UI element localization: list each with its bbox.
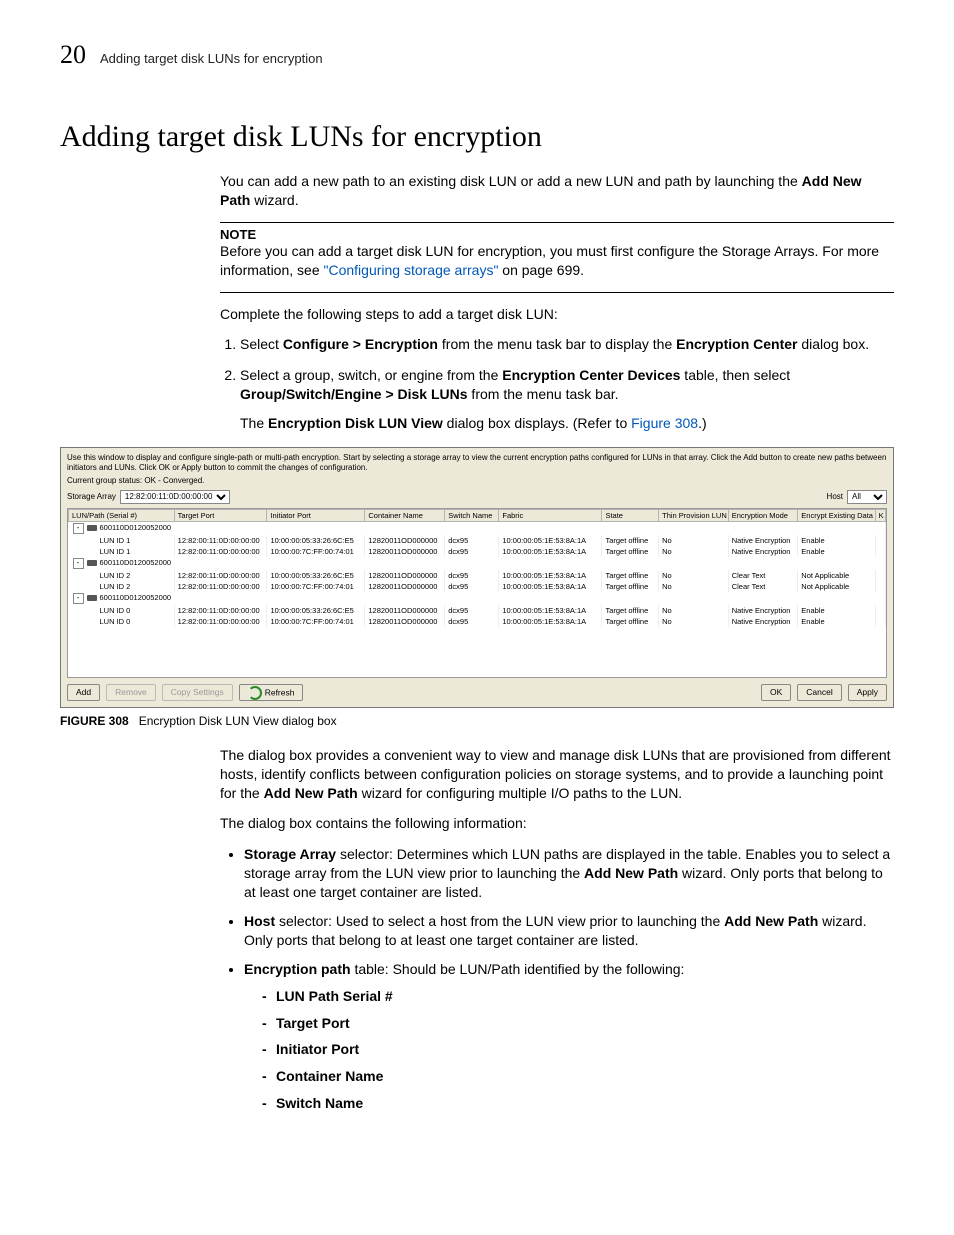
- disk-icon: [87, 525, 97, 531]
- storage-array-label: Storage Array: [67, 492, 116, 502]
- column-header[interactable]: State: [602, 509, 659, 521]
- table-row[interactable]: LUN ID 212:82:00:11:0D:00:00:0010:00:00:…: [69, 570, 886, 581]
- column-header[interactable]: Encrypt Existing Data: [798, 509, 875, 521]
- table-row[interactable]: LUN ID 212:82:00:11:0D:00:00:0010:00:00:…: [69, 581, 886, 592]
- column-header[interactable]: Initiator Port: [267, 509, 365, 521]
- cancel-button[interactable]: Cancel: [797, 684, 841, 701]
- dash-item: Container Name: [262, 1067, 894, 1086]
- tree-collapse-icon[interactable]: -: [73, 523, 84, 534]
- step-2: Select a group, switch, or engine from t…: [240, 366, 894, 433]
- disk-icon: [87, 595, 97, 601]
- note-text: Before you can add a target disk LUN for…: [220, 242, 894, 280]
- info-bullets: Storage Array selector: Determines which…: [244, 845, 894, 1113]
- bullet-encryption-path: Encryption path table: Should be LUN/Pat…: [244, 960, 894, 1113]
- figure-308-link[interactable]: Figure 308: [631, 415, 698, 431]
- table-row[interactable]: LUN ID 012:82:00:11:0D:00:00:0010:00:00:…: [69, 616, 886, 627]
- header-crumb: Adding target disk LUNs for encryption: [100, 51, 323, 66]
- column-header[interactable]: Switch Name: [445, 509, 499, 521]
- section-title: Adding target disk LUNs for encryption: [60, 120, 894, 154]
- table-blank-area: [68, 627, 886, 677]
- column-header[interactable]: Fabric: [499, 509, 602, 521]
- figure-308: Use this window to display and configure…: [60, 447, 894, 728]
- column-header[interactable]: LUN/Path (Serial #): [69, 509, 175, 521]
- page-header: 20 Adding target disk LUNs for encryptio…: [60, 40, 894, 70]
- intro-paragraph: You can add a new path to an existing di…: [220, 172, 894, 210]
- column-header[interactable]: Thin Provision LUN: [659, 509, 729, 521]
- note-rule-top: [220, 222, 894, 223]
- note-rule-bottom: [220, 292, 894, 293]
- bullet-storage-array: Storage Array selector: Determines which…: [244, 845, 894, 902]
- tree-collapse-icon[interactable]: -: [73, 558, 84, 569]
- table-row[interactable]: LUN ID 112:82:00:11:0D:00:00:0010:00:00:…: [69, 535, 886, 546]
- ok-button[interactable]: OK: [761, 684, 791, 701]
- table-group-row[interactable]: -600110D0120052000: [69, 592, 886, 605]
- dash-item: Target Port: [262, 1014, 894, 1033]
- table-group-row[interactable]: -600110D0120052000: [69, 557, 886, 570]
- storage-array-select[interactable]: 12:82:00:11:0D:00:00:00: [120, 490, 230, 504]
- dash-list: LUN Path Serial # Target Port Initiator Po…: [262, 987, 894, 1113]
- refresh-button[interactable]: Refresh: [239, 684, 304, 701]
- table-group-row[interactable]: -600110D0120052000: [69, 521, 886, 535]
- post-p1: The dialog box provides a convenient way…: [220, 746, 894, 803]
- post-p2: The dialog box contains the following in…: [220, 814, 894, 833]
- refresh-icon: [248, 686, 262, 700]
- tree-collapse-icon[interactable]: -: [73, 593, 84, 604]
- dialog-instructions: Use this window to display and configure…: [67, 453, 887, 472]
- encryption-disk-lun-dialog: Use this window to display and configure…: [60, 447, 894, 708]
- table-row[interactable]: LUN ID 112:82:00:11:0D:00:00:0010:00:00:…: [69, 546, 886, 557]
- column-header[interactable]: Target Port: [174, 509, 267, 521]
- bullet-host: Host selector: Used to select a host fro…: [244, 912, 894, 950]
- post-figure-block: The dialog box provides a convenient way…: [220, 746, 894, 1113]
- dash-item: Switch Name: [262, 1094, 894, 1113]
- column-header[interactable]: K: [875, 509, 885, 521]
- column-header[interactable]: Container Name: [365, 509, 445, 521]
- copy-settings-button[interactable]: Copy Settings: [162, 684, 233, 701]
- dialog-status: Current group status: OK - Converged.: [67, 476, 887, 486]
- dialog-button-row: Add Remove Copy Settings Refresh OK Canc…: [67, 684, 887, 701]
- remove-button[interactable]: Remove: [106, 684, 156, 701]
- add-button[interactable]: Add: [67, 684, 100, 701]
- dash-item: LUN Path Serial #: [262, 987, 894, 1006]
- step-1: Select Configure > Encryption from the m…: [240, 335, 894, 354]
- configuring-storage-arrays-link[interactable]: "Configuring storage arrays": [324, 262, 499, 278]
- host-label: Host: [827, 492, 843, 502]
- disk-icon: [87, 560, 97, 566]
- dash-item: Initiator Port: [262, 1040, 894, 1059]
- steps-list: Select Configure > Encryption from the m…: [240, 335, 894, 433]
- step-2-sub: The Encryption Disk LUN View dialog box …: [240, 414, 894, 433]
- complete-intro: Complete the following steps to add a ta…: [220, 305, 894, 324]
- lun-table: LUN/Path (Serial #)Target PortInitiator …: [67, 508, 887, 678]
- note-label: NOTE: [220, 227, 894, 242]
- host-select[interactable]: All: [847, 490, 887, 504]
- body-block: You can add a new path to an existing di…: [220, 172, 894, 433]
- figure-caption: FIGURE 308 Encryption Disk LUN View dial…: [60, 714, 894, 728]
- table-row[interactable]: LUN ID 012:82:00:11:0D:00:00:0010:00:00:…: [69, 605, 886, 616]
- page-number: 20: [60, 40, 86, 70]
- column-header[interactable]: Encryption Mode: [728, 509, 798, 521]
- apply-button[interactable]: Apply: [848, 684, 887, 701]
- dialog-toolbar: Storage Array 12:82:00:11:0D:00:00:00 Ho…: [67, 490, 887, 504]
- table-header-row: LUN/Path (Serial #)Target PortInitiator …: [69, 509, 886, 521]
